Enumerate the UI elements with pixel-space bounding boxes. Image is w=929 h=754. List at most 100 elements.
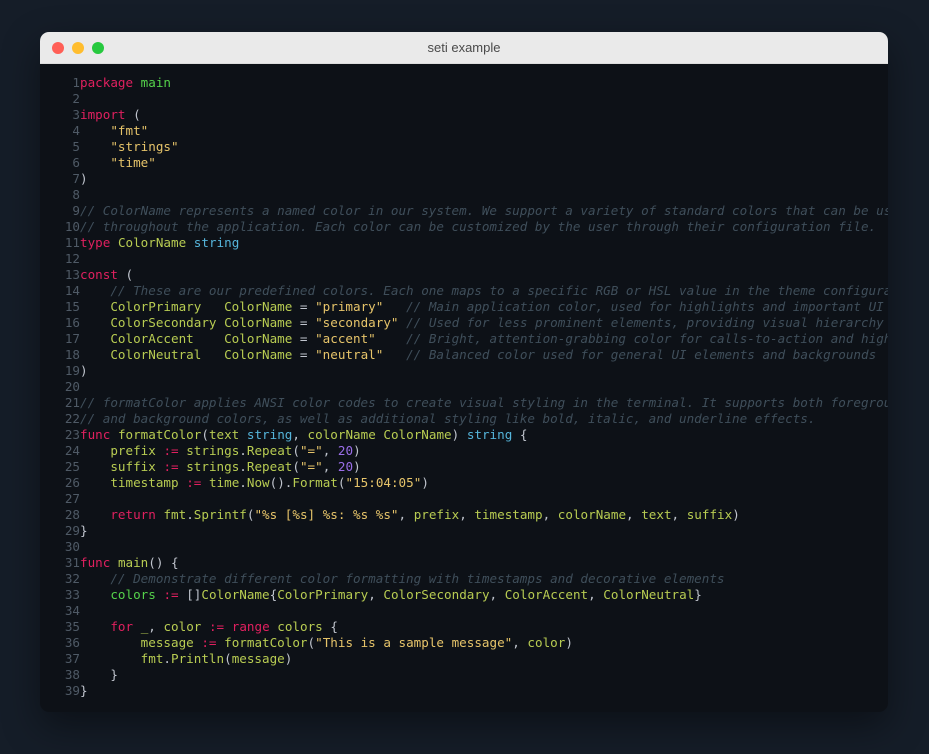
code-token: , bbox=[512, 635, 528, 650]
line-content[interactable]: ColorNeutral ColorName = "neutral" // Ba… bbox=[80, 347, 888, 363]
line-content[interactable]: for _, color := range colors { bbox=[80, 619, 888, 635]
editor-window: seti example 1 package main 2 3 import (4 "… bbox=[40, 32, 888, 712]
line-number: 1 bbox=[72, 75, 80, 90]
code-token: import bbox=[80, 107, 126, 122]
line-content[interactable]: ) bbox=[80, 363, 888, 379]
code-token: ColorName bbox=[117, 235, 187, 250]
code-line: 10// throughout the application. Each co… bbox=[40, 219, 888, 235]
code-token: Now bbox=[246, 475, 270, 490]
line-number: 22 bbox=[64, 411, 80, 426]
code-token: . bbox=[239, 475, 247, 490]
code-token: , bbox=[671, 507, 687, 522]
line-content[interactable]: // and background colors, as well as add… bbox=[80, 411, 888, 427]
line-content[interactable]: } bbox=[80, 683, 888, 699]
code-line: 7) bbox=[40, 171, 888, 187]
line-content[interactable]: } bbox=[80, 667, 888, 683]
line-content[interactable] bbox=[80, 539, 888, 555]
code-token: text bbox=[641, 507, 672, 522]
line-content[interactable]: ColorPrimary ColorName = "primary" // Ma… bbox=[80, 299, 888, 315]
code-token: ) bbox=[353, 443, 361, 458]
line-content[interactable]: } bbox=[80, 523, 888, 539]
line-content[interactable]: message := formatColor("This is a sample… bbox=[80, 635, 888, 651]
line-content[interactable] bbox=[80, 379, 888, 395]
line-number: 33 bbox=[64, 587, 80, 602]
line-content[interactable]: package main bbox=[80, 75, 888, 91]
line-content[interactable] bbox=[80, 491, 888, 507]
line-number: 29 bbox=[64, 523, 80, 538]
code-token: color bbox=[163, 619, 202, 634]
line-content[interactable]: timestamp := time.Now().Format("15:04:05… bbox=[80, 475, 888, 491]
line-content[interactable]: ColorAccent ColorName = "accent" // Brig… bbox=[80, 331, 888, 347]
code-token: colorName bbox=[557, 507, 627, 522]
code-token: ( bbox=[292, 443, 300, 458]
code-line: 8 bbox=[40, 187, 888, 203]
code-line: 9// ColorName represents a named color i… bbox=[40, 203, 888, 219]
code-token: { bbox=[322, 619, 338, 634]
line-number: 13 bbox=[64, 267, 80, 282]
line-content[interactable]: fmt.Println(message) bbox=[80, 651, 888, 667]
code-token: fmt bbox=[140, 651, 164, 666]
code-token: "time" bbox=[110, 155, 156, 170]
code-line: 16 ColorSecondary ColorName = "secondary… bbox=[40, 315, 888, 331]
close-button[interactable] bbox=[52, 41, 64, 54]
line-number: 36 bbox=[64, 635, 80, 650]
code-token: ColorName bbox=[224, 315, 293, 330]
line-content[interactable] bbox=[80, 603, 888, 619]
code-token: Repeat bbox=[246, 443, 293, 458]
line-content[interactable]: "fmt" bbox=[80, 123, 888, 139]
line-content[interactable]: // throughout the application. Each colo… bbox=[80, 219, 888, 235]
line-content[interactable] bbox=[80, 187, 888, 203]
code-token: ( bbox=[292, 459, 300, 474]
line-number: 38 bbox=[64, 667, 80, 682]
line-number: 27 bbox=[64, 491, 80, 506]
line-content[interactable]: // ColorName represents a named color in… bbox=[80, 203, 888, 219]
line-content[interactable] bbox=[80, 251, 888, 267]
maximize-button[interactable] bbox=[92, 41, 104, 54]
code-line: 25 suffix := strings.Repeat("=", 20) bbox=[40, 459, 888, 475]
line-content[interactable]: "time" bbox=[80, 155, 888, 171]
line-content[interactable]: prefix := strings.Repeat("=", 20) bbox=[80, 443, 888, 459]
code-token: 20 bbox=[337, 459, 354, 474]
code-body: 1 package main 2 3 import (4 "fmt" 5 "string… bbox=[40, 75, 888, 699]
code-token: // throughout the application. Each colo… bbox=[80, 219, 877, 234]
line-content[interactable]: ) bbox=[80, 171, 888, 187]
line-content[interactable]: suffix := strings.Repeat("=", 20) bbox=[80, 459, 888, 475]
window-titlebar[interactable]: seti example bbox=[40, 32, 888, 64]
minimize-button[interactable] bbox=[72, 41, 84, 54]
line-number: 35 bbox=[64, 619, 80, 634]
code-token: , bbox=[368, 587, 384, 602]
code-token: ( bbox=[224, 651, 232, 666]
line-content[interactable]: // These are our predefined colors. Each… bbox=[80, 283, 888, 299]
line-content[interactable]: colors := []ColorName{ColorPrimary, Colo… bbox=[80, 587, 888, 603]
line-content[interactable]: ColorSecondary ColorName = "secondary" /… bbox=[80, 315, 888, 331]
line-number: 37 bbox=[64, 651, 80, 666]
line-content[interactable]: return fmt.Sprintf("%s [%s] %s: %s %s", … bbox=[80, 507, 888, 523]
line-content[interactable]: // Demonstrate different color formattin… bbox=[80, 571, 888, 587]
code-token: formatColor bbox=[224, 635, 308, 650]
line-content[interactable]: "strings" bbox=[80, 139, 888, 155]
code-line: 21// formatColor applies ANSI color code… bbox=[40, 395, 888, 411]
line-content[interactable]: type ColorName string bbox=[80, 235, 888, 251]
line-content[interactable]: func formatColor(text string, colorName … bbox=[80, 427, 888, 443]
line-content[interactable]: // formatColor applies ANSI color codes … bbox=[80, 395, 888, 411]
line-content[interactable]: const ( bbox=[80, 267, 888, 283]
line-content[interactable] bbox=[80, 91, 888, 107]
code-token: ) bbox=[421, 475, 429, 490]
code-token: ) bbox=[451, 427, 467, 442]
code-token: // Balanced color used for general UI el… bbox=[406, 347, 877, 362]
line-number: 19 bbox=[64, 363, 80, 378]
line-content[interactable]: func main() { bbox=[80, 555, 888, 571]
code-token: { bbox=[512, 427, 528, 442]
code-token: ColorAccent bbox=[504, 587, 589, 602]
line-content[interactable]: import ( bbox=[80, 107, 888, 123]
code-editor[interactable]: 1 package main 2 3 import (4 "fmt" 5 "string… bbox=[40, 64, 888, 712]
